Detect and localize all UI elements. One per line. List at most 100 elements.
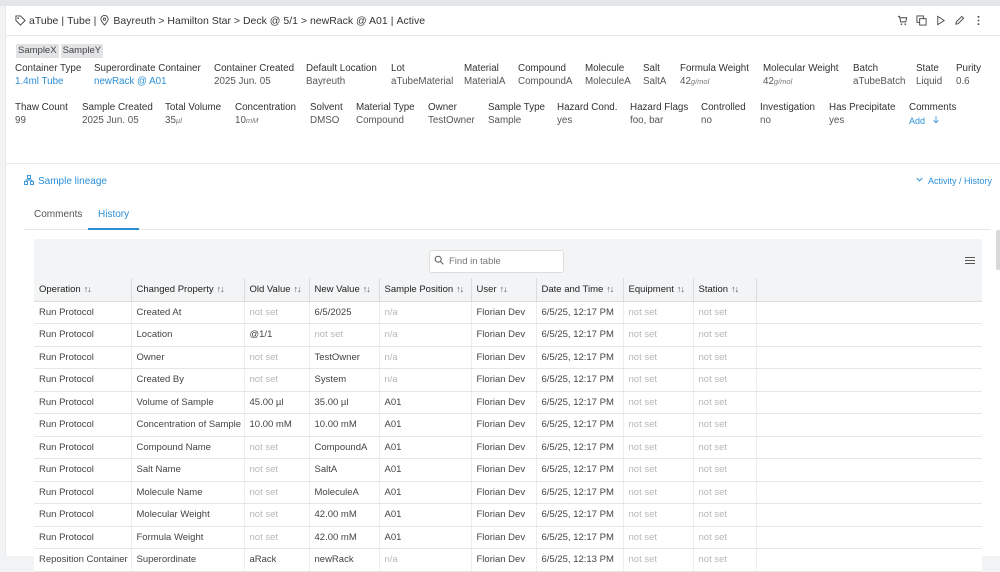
table-cell: A01 [379, 458, 472, 482]
value-unit: mM [245, 116, 259, 125]
table-cell: not set [693, 368, 757, 392]
sort-icon[interactable]: ↑↓ [731, 284, 739, 294]
table-row[interactable]: Run Protocol Molecular Weight not set 42.00… [34, 503, 982, 527]
field-value: 42g/mol [680, 76, 749, 88]
sort-icon[interactable]: ↑↓ [84, 284, 92, 294]
table-cell: not set [623, 436, 694, 459]
table-cell: System [309, 368, 380, 392]
table-cell: 6/5/25, 12:17 PM [536, 346, 624, 369]
sort-icon[interactable]: ↑↓ [456, 284, 464, 294]
field-has-precipitate: Has Precipitate yes [829, 102, 895, 127]
column-header-date-time[interactable]: Date and Time ↑↓ [536, 278, 624, 302]
activity-history-label: Activity / History [927, 175, 992, 186]
table-filler-cell [756, 436, 982, 459]
table-row[interactable]: Run Protocol Location @1/1 not set n/a Floria… [34, 323, 982, 347]
edit-pencil-icon[interactable] [954, 14, 965, 26]
column-header-old-value[interactable]: Old Value ↑↓ [244, 278, 310, 302]
field-label: Formula Weight [680, 63, 749, 74]
table-filler-cell [756, 503, 982, 527]
table-row[interactable]: Run Protocol Compound Name not set Compound… [34, 436, 982, 459]
sort-icon[interactable]: ↑↓ [217, 284, 225, 294]
table-cell: Florian Dev [471, 436, 537, 459]
table-row[interactable]: Run Protocol Concentration of Sample 10.00… [34, 413, 982, 437]
table-cell: Volume of Sample [131, 391, 245, 414]
superordinate-container-link[interactable]: newRack @ A01 [94, 76, 201, 88]
tab-comments[interactable]: Comments [24, 205, 92, 230]
table-row[interactable]: Reposition Container Superordinate aRack ne… [34, 548, 982, 572]
table-cell: A01 [379, 503, 472, 527]
table-cell: Run Protocol [34, 526, 132, 549]
activity-history-toggle[interactable]: Activity / History [915, 175, 992, 186]
table-cell: not set [693, 458, 757, 482]
table-row[interactable]: Run Protocol Salt Name not set SaltA A01 Flor… [34, 458, 982, 482]
table-cell: not set [244, 458, 310, 482]
table-row[interactable]: Run Protocol Molecule Name not set Molecule… [34, 481, 982, 504]
table-cell: Florian Dev [471, 323, 537, 347]
header-separator: | [61, 14, 65, 27]
sort-icon[interactable]: ↑↓ [294, 284, 302, 294]
value-unit: g/mol [773, 77, 793, 86]
container-type: Tube [67, 14, 91, 27]
table-cell: not set [693, 301, 757, 324]
field-salt: Salt SaltA [643, 63, 666, 88]
sort-icon[interactable]: ↑↓ [363, 284, 371, 294]
field-solvent: Solvent DMSO [310, 102, 343, 127]
table-search[interactable] [429, 250, 564, 273]
value-number: 10 [235, 115, 246, 126]
column-header-equipment[interactable]: Equipment ↑↓ [623, 278, 694, 302]
table-row[interactable]: Run Protocol Owner not set TestOwner n/a Flor… [34, 346, 982, 369]
column-header-sample-position[interactable]: Sample Position ↑↓ [379, 278, 472, 302]
table-cell: 6/5/25, 12:17 PM [536, 436, 624, 459]
field-container-created: Container Created 2025 Jun. 05 [214, 63, 294, 88]
cart-icon[interactable] [897, 14, 908, 26]
side-drawer-edge [996, 230, 1000, 270]
sort-icon[interactable]: ↑↓ [500, 284, 508, 294]
table-cell: Florian Dev [471, 391, 537, 414]
add-comment-button[interactable]: Add [909, 115, 956, 127]
sort-icon[interactable]: ↑↓ [677, 284, 685, 294]
table-cell: Molecule Name [131, 481, 245, 504]
field-value: Compound [356, 115, 404, 126]
field-label: Comments [909, 102, 957, 113]
table-cell: Florian Dev [471, 481, 537, 504]
table-cell: not set [244, 481, 310, 504]
field-label: Concentration [235, 102, 296, 113]
sample-lineage-link[interactable]: Sample lineage [24, 175, 107, 188]
table-cell: 42.00 mM [309, 526, 380, 549]
field-hazard-cond: Hazard Cond. yes [557, 102, 617, 127]
header-toolbar [897, 14, 984, 26]
field-value: MoleculeA [585, 76, 631, 87]
table-filler-cell [756, 301, 982, 324]
field-value: 2025 Jun. 05 [82, 115, 139, 126]
field-molecule: Molecule MoleculeA [585, 63, 631, 88]
more-vertical-icon[interactable] [973, 14, 984, 26]
column-header-new-value[interactable]: New Value ↑↓ [309, 278, 380, 302]
table-row[interactable]: Run Protocol Created By not set System n/a Fl… [34, 368, 982, 392]
table-cell: not set [623, 346, 694, 369]
table-row[interactable]: Run Protocol Formula Weight not set 42.00 m… [34, 526, 982, 549]
column-header-changed-property[interactable]: Changed Property ↑↓ [131, 278, 245, 302]
column-header-station[interactable]: Station ↑↓ [693, 278, 757, 302]
table-row[interactable]: Run Protocol Created At not set 6/5/2025 n/a… [34, 301, 982, 324]
play-icon[interactable] [935, 14, 946, 26]
column-header-user[interactable]: User ↑↓ [471, 278, 537, 302]
table-cell: 6/5/25, 12:17 PM [536, 458, 624, 482]
tag-chip[interactable]: SampleX [16, 44, 59, 58]
field-value: 10mM [235, 115, 296, 127]
table-cell: 35.00 µl [309, 391, 380, 414]
field-value: 42g/mol [763, 76, 839, 88]
search-input[interactable] [449, 256, 559, 267]
table-menu-icon[interactable] [965, 257, 975, 266]
copy-icon[interactable] [916, 14, 927, 26]
tab-history[interactable]: History [88, 205, 140, 230]
field-label: State [916, 63, 939, 74]
table-cell: not set [309, 323, 380, 347]
tag-chip[interactable]: SampleY [60, 44, 104, 58]
table-cell: n/a [379, 323, 472, 347]
field-comments: Comments Add [909, 102, 956, 127]
column-header-operation[interactable]: Operation ↑↓ [34, 278, 132, 302]
container-type-link[interactable]: 1.4ml Tube [15, 76, 81, 88]
sort-icon[interactable]: ↑↓ [606, 284, 614, 294]
field-batch: Batch aTubeBatch [853, 63, 905, 88]
table-row[interactable]: Run Protocol Volume of Sample 45.00 µl 35.0… [34, 391, 982, 414]
